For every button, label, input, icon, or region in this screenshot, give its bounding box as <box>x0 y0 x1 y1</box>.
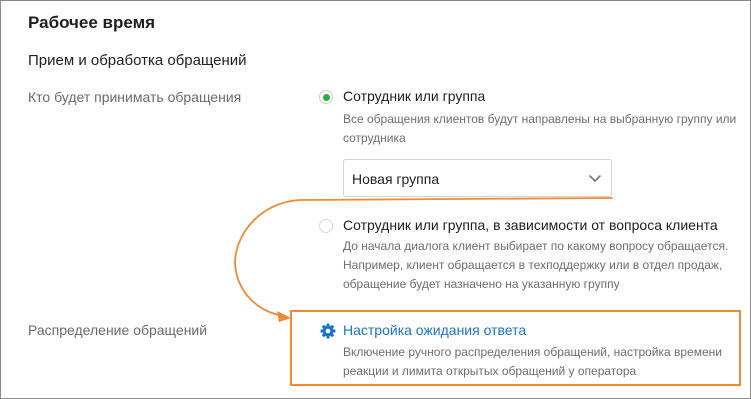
chevron-down-icon <box>589 175 601 182</box>
option-employee-or-group-description: Все обращения клиентов будут направлены … <box>343 112 737 145</box>
option-by-question-title[interactable]: Сотрудник или группа, в зависимости от в… <box>343 217 718 233</box>
group-select[interactable]: Новая группа <box>343 159 612 197</box>
radio-by-question[interactable] <box>319 219 333 233</box>
routing-label: Кто будет принимать обращения <box>28 89 242 105</box>
section-title: Рабочее время <box>28 13 156 32</box>
radio-employee-or-group[interactable] <box>319 90 333 104</box>
subsection-title: Прием и обработка обращений <box>28 52 247 69</box>
group-select-value: Новая группа <box>352 171 440 187</box>
option-by-question-description: До начала диалога клиент выбирает по как… <box>343 239 729 291</box>
response-wait-settings-description: Включение ручного распределения обращени… <box>343 345 723 378</box>
gear-icon <box>320 323 336 339</box>
response-wait-settings-link[interactable]: Настройка ожидания ответа <box>343 322 526 338</box>
option-employee-or-group-title[interactable]: Сотрудник или группа <box>343 88 485 104</box>
settings-panel: Рабочее время Прием и обработка обращени… <box>0 0 751 399</box>
distribution-label: Распределение обращений <box>28 322 208 338</box>
